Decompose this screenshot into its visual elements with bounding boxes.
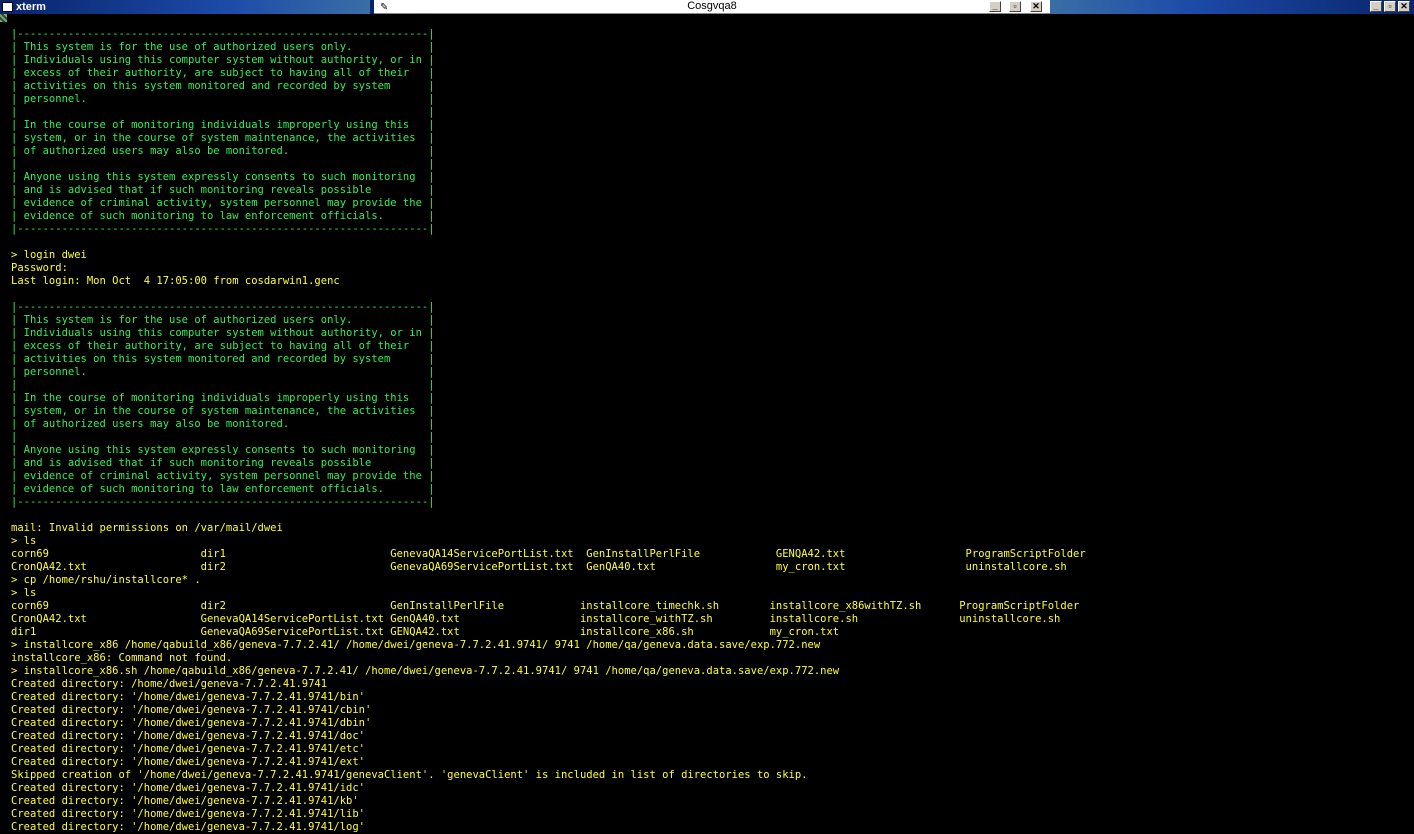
banner-line: | | [11,106,435,118]
banner-line: | activities on this system monitored an… [11,80,435,92]
terminal-line: installcore_x86: Command not found. [11,652,233,664]
terminal-line: Created directory: '/home/dwei/geneva-7.… [11,821,366,833]
banner-line: | In the course of monitoring individual… [11,392,435,404]
banner-line: | Anyone using this system expressly con… [11,171,435,183]
banner-line: | This system is for the use of authoriz… [11,41,435,53]
terminal-line: Created directory: '/home/dwei/geneva-7.… [11,704,372,716]
terminal-line: > ls [11,535,37,547]
terminal-line: > installcore_x86 /home/qabuild_x86/gene… [11,639,821,651]
terminal-line: corn69 dir1 GenevaQA14ServicePortList.tx… [11,548,1086,560]
xterm-title: xterm [16,1,46,13]
terminal-line: Password: [11,262,68,274]
banner-line: | personnel. | [11,366,435,378]
terminal-line: Created directory: '/home/dwei/geneva-7.… [11,691,366,703]
banner-line: | Anyone using this system expressly con… [11,444,435,456]
xterm-title-bar-right[interactable]: _ ▫ ✕ [1050,0,1414,14]
xterm-minimize-button[interactable]: _ [1370,1,1382,12]
banner-line: | and is advised that if such monitoring… [11,457,435,469]
close-button[interactable]: ✕ [1030,1,1042,12]
terminal-line: CronQA42.txt dir2 GenevaQA69ServicePortL… [11,561,1067,573]
terminal-line: > ls [11,587,37,599]
terminal-line: > login dwei [11,249,87,261]
xterm-restore-button[interactable]: ▫ [1384,1,1396,12]
xterm-icon [2,2,13,12]
terminal-line: dir1 GenevaQA69ServicePortList.txt GENQA… [11,626,840,638]
banner-line: | evidence of criminal activity, system … [11,197,435,209]
title-bar[interactable]: xterm ✎ Cosgvqa8 _ ▫ ✕ _ ▫ ✕ [0,0,1414,14]
banner-line: | evidence of such monitoring to law enf… [11,483,435,495]
banner-line: | of authorized users may also be monito… [11,145,435,157]
banner-line: | Individuals using this computer system… [11,327,435,339]
banner-line: |---------------------------------------… [11,28,435,40]
banner-line: | Individuals using this computer system… [11,54,435,66]
terminal-output[interactable]: |---------------------------------------… [11,28,1086,834]
restore-button[interactable]: ▫ [1009,1,1021,12]
window-title: Cosgvqa8 [687,0,737,12]
banner-line: | activities on this system monitored an… [11,353,435,365]
banner-line: | system, or in the course of system mai… [11,405,435,417]
banner-line: | | [11,431,435,443]
resize-grip-icon[interactable] [0,14,7,22]
banner-line: | evidence of criminal activity, system … [11,470,435,482]
terminal-line: Created directory: '/home/dwei/geneva-7.… [11,717,372,729]
banner-line: | and is advised that if such monitoring… [11,184,435,196]
banner-line: | | [11,379,435,391]
banner-line: | system, or in the course of system mai… [11,132,435,144]
terminal-line: Created directory: /home/dwei/geneva-7.7… [11,678,328,690]
banner-line: | evidence of such monitoring to law enf… [11,210,435,222]
terminal-line: mail: Invalid permissions on /var/mail/d… [11,522,283,534]
terminal-line: Created directory: '/home/dwei/geneva-7.… [11,743,366,755]
banner-line: | excess of their authority, are subject… [11,67,435,79]
terminal-line: Created directory: '/home/dwei/geneva-7.… [11,756,366,768]
minimize-button[interactable]: _ [989,1,1001,12]
banner-line: | personnel. | [11,93,435,105]
banner-line: |---------------------------------------… [11,301,435,313]
terminal-line: > cp /home/rshu/installcore* . [11,574,201,586]
banner-line: |---------------------------------------… [11,496,435,508]
banner-line: | This system is for the use of authoriz… [11,314,435,326]
banner-line: | In the course of monitoring individual… [11,119,435,131]
terminal-line: > installcore_x86.sh /home/qabuild_x86/g… [11,665,840,677]
xterm-close-button[interactable]: ✕ [1398,1,1410,12]
xterm-title-bar[interactable]: xterm [0,0,370,14]
terminal-line: Created directory: '/home/dwei/geneva-7.… [11,795,359,807]
window-title-bar[interactable]: ✎ Cosgvqa8 _ ▫ ✕ [374,0,1050,14]
terminal-line: corn69 dir2 GenInstallPerlFile installco… [11,600,1080,612]
banner-line: | excess of their authority, are subject… [11,340,435,352]
terminal-line: Skipped creation of '/home/dwei/geneva-7… [11,769,808,781]
terminal-line: Created directory: '/home/dwei/geneva-7.… [11,730,366,742]
banner-line: |---------------------------------------… [11,223,435,235]
terminal-line: Last login: Mon Oct 4 17:05:00 from cosd… [11,275,340,287]
terminal-line: Created directory: '/home/dwei/geneva-7.… [11,808,366,820]
banner-line: | | [11,158,435,170]
terminal-line: Created directory: '/home/dwei/geneva-7.… [11,782,366,794]
banner-line: | of authorized users may also be monito… [11,418,435,430]
terminal-line: CronQA42.txt GenevaQA14ServicePortList.t… [11,613,1061,625]
